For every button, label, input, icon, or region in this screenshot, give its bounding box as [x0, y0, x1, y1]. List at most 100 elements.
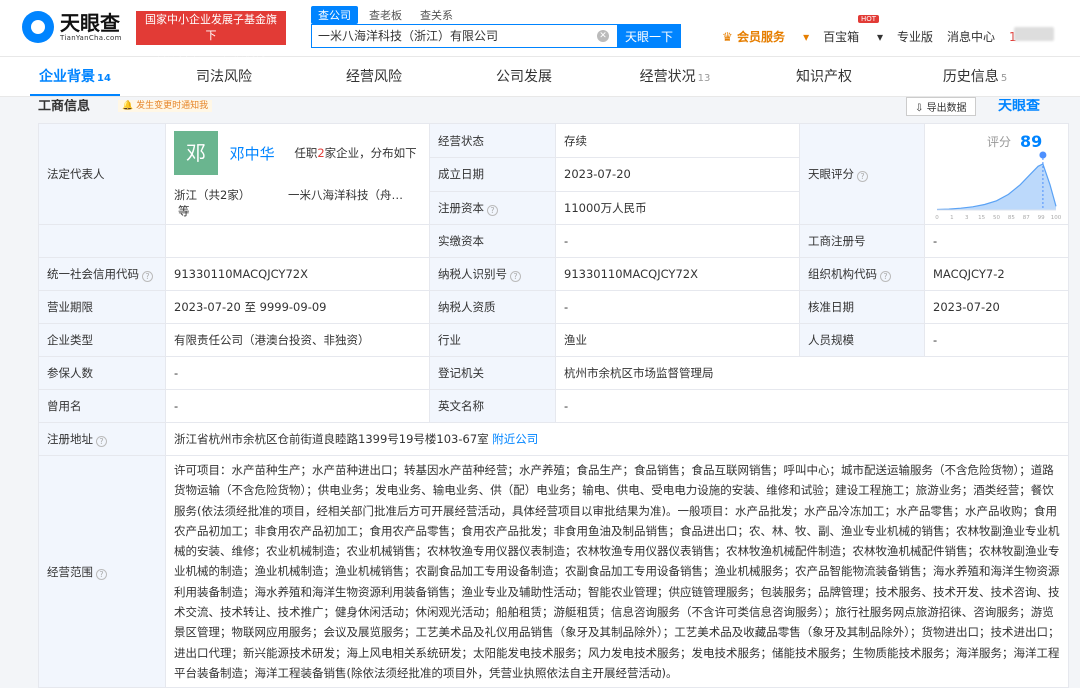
score-label-cell: 天眼评分? — [799, 123, 925, 225]
type-value: 有限责任公司（港澳台投资、非独资） — [165, 323, 430, 357]
score-value: 89 — [1020, 132, 1042, 151]
empty-value — [165, 224, 430, 258]
hot-badge: HOT — [858, 15, 880, 23]
user-avatar[interactable] — [1014, 27, 1054, 41]
credit-label-cell: 统一社会信用代码? — [38, 257, 166, 291]
company-tabs: 企业背景 14 司法风险 经营风险 公司发展 经营状况 13 知识产权 历史信息 5 — [0, 57, 1080, 97]
export-icon: ⇩ — [915, 103, 924, 114]
org-label-cell: 组织机构代码? — [799, 257, 925, 291]
nav-right: ♛ 会员服务 ▾ 百宝箱 ▾ 专业版 消息中心 1 — [722, 28, 1031, 45]
pro-version-link[interactable]: 专业版 — [897, 28, 933, 45]
gov-badge: 国家中小企业发展子基金旗下 官方备案企业征信机构 — [136, 11, 286, 58]
legal-rep-label: 法定代表人 — [38, 123, 166, 225]
taxq-value: - — [555, 290, 800, 324]
taxid-label-cell: 纳税人识别号? — [429, 257, 556, 291]
search-tab-boss[interactable]: 查老板 — [362, 6, 409, 24]
business-info-table: 法定代表人 邓 邓中华 任职2家企业，分布如下 浙江（共2家） 一米八海洋科技（… — [38, 122, 1069, 688]
addr-label-cell: 注册地址? — [38, 422, 166, 456]
help-icon[interactable]: ? — [880, 271, 891, 282]
en-label: 英文名称 — [429, 389, 556, 423]
tianyancha-logo[interactable]: 天眼查 TianYanCha.com — [22, 11, 122, 43]
watermark-logo: 天眼查 — [998, 98, 1040, 114]
help-icon[interactable]: ? — [857, 171, 868, 182]
tick-label: 0 — [935, 215, 939, 221]
score-title: 评分 — [987, 135, 1011, 149]
scope-value: 许可项目：水产苗种生产；水产苗种进出口；转基因水产苗种经营；水产养殖；食品生产；… — [165, 454, 1069, 688]
legal-rep-cell: 邓 邓中华 任职2家企业，分布如下 浙江（共2家） 一米八海洋科技（舟… 等 — [165, 123, 430, 225]
legal-rep-company[interactable]: 一米八海洋科技（舟… — [288, 188, 403, 202]
score-marker-pin — [1039, 151, 1047, 159]
founded-value: 2023-07-20 — [555, 157, 800, 192]
search-type-tabs: 查公司 查老板 查关系 — [311, 6, 460, 24]
tab-legal-risk[interactable]: 司法风险 — [150, 57, 300, 96]
top-bar: 天眼查 TianYanCha.com 国家中小企业发展子基金旗下 官方备案企业征… — [0, 0, 1080, 58]
legal-rep-name[interactable]: 邓中华 — [230, 145, 275, 163]
tick-label: 15 — [978, 215, 985, 221]
status-label: 经营状态 — [429, 122, 556, 159]
tick-label: 85 — [1008, 215, 1015, 221]
tick-label: 87 — [1023, 215, 1030, 221]
help-icon[interactable]: ? — [510, 271, 521, 282]
change-notify-button[interactable]: 🔔 发生变更时通知我 — [118, 100, 213, 112]
taxid-value: 91330110MACQJCY72X — [555, 257, 800, 291]
type-label: 企业类型 — [38, 323, 166, 357]
tick-label: 50 — [993, 215, 1000, 221]
section-title: 工商信息 — [38, 99, 91, 114]
approve-label: 核准日期 — [799, 290, 925, 324]
tick-label: 1 — [950, 215, 954, 221]
help-icon[interactable]: ? — [487, 204, 498, 216]
authority-value: 杭州市余杭区市场监督管理局 — [555, 356, 1069, 390]
help-icon[interactable]: ? — [96, 436, 107, 447]
score-distribution-chart: 评分 89 0 1 3 15 50 85 87 99 100 — [935, 132, 1062, 221]
baobox-link[interactable]: 百宝箱 ▾ — [823, 28, 883, 45]
former-label: 曾用名 — [38, 389, 166, 423]
staff-value: - — [924, 323, 1069, 357]
tab-ip[interactable]: 知识产权 — [750, 57, 900, 96]
help-icon[interactable]: ? — [96, 568, 107, 580]
search-tab-relation[interactable]: 查关系 — [413, 6, 460, 24]
tick-label: 100 — [1051, 215, 1062, 221]
capital-value: 11000万人民币 — [555, 190, 800, 226]
insured-value: - — [165, 356, 430, 390]
search-tab-company[interactable]: 查公司 — [311, 6, 358, 24]
tab-development[interactable]: 公司发展 — [450, 57, 600, 96]
nearby-companies-link[interactable]: 附近公司 — [492, 432, 538, 446]
search-input[interactable]: 一米八海洋科技（浙江）有限公司 ✕ — [311, 24, 617, 48]
clear-icon[interactable]: ✕ — [597, 30, 609, 42]
regno-value: - — [924, 224, 1069, 258]
legal-rep-role: 任职2家企业，分布如下 — [294, 146, 417, 160]
export-data-button[interactable]: ⇩ 导出数据 — [906, 97, 976, 116]
tab-operation-risk[interactable]: 经营风险 — [300, 57, 450, 96]
addr-cell: 浙江省杭州市余杭区仓前街道良睦路1399号19号楼103-67室 附近公司 — [165, 422, 1069, 456]
section-header: 工商信息 🔔 发生变更时通知我 ⇩ 导出数据 天眼查 — [38, 97, 1068, 121]
status-value: 存续 — [555, 122, 800, 159]
paid-label: 实缴资本 — [429, 224, 556, 258]
addr-value: 浙江省杭州市余杭区仓前街道良睦路1399号19号楼103-67室 — [174, 432, 489, 446]
tab-background[interactable]: 企业背景 14 — [0, 57, 150, 96]
bell-icon: 🔔 — [122, 101, 134, 111]
legal-rep-avatar[interactable]: 邓 — [174, 131, 218, 175]
industry-label: 行业 — [429, 323, 556, 357]
tab-history[interactable]: 历史信息 5 — [900, 57, 1050, 96]
vip-service-link[interactable]: ♛ 会员服务 ▾ — [722, 28, 809, 45]
logo-domain: TianYanCha.com — [60, 34, 122, 42]
taxq-label: 纳税人资质 — [429, 290, 556, 324]
message-center-link[interactable]: 消息中心 1 — [947, 28, 1017, 45]
founded-label: 成立日期 — [429, 157, 556, 192]
industry-value: 渔业 — [555, 323, 800, 357]
term-value: 2023-07-20 至 9999-09-09 — [165, 290, 430, 324]
logo-eye-icon — [22, 11, 54, 43]
legal-rep-region: 浙江（共2家） — [174, 188, 251, 202]
term-label: 营业期限 — [38, 290, 166, 324]
insured-label: 参保人数 — [38, 356, 166, 390]
credit-value: 91330110MACQJCY72X — [165, 257, 430, 291]
former-value: - — [165, 389, 430, 423]
paid-value: - — [555, 224, 800, 258]
tab-operation-status[interactable]: 经营状况 13 — [600, 57, 750, 96]
help-icon[interactable]: ? — [142, 271, 153, 282]
scope-label-cell: 经营范围? — [38, 454, 166, 688]
empty-label — [38, 224, 166, 258]
authority-label: 登记机关 — [429, 356, 556, 390]
tick-label: 3 — [965, 215, 969, 221]
search-button[interactable]: 天眼一下 — [617, 24, 681, 48]
